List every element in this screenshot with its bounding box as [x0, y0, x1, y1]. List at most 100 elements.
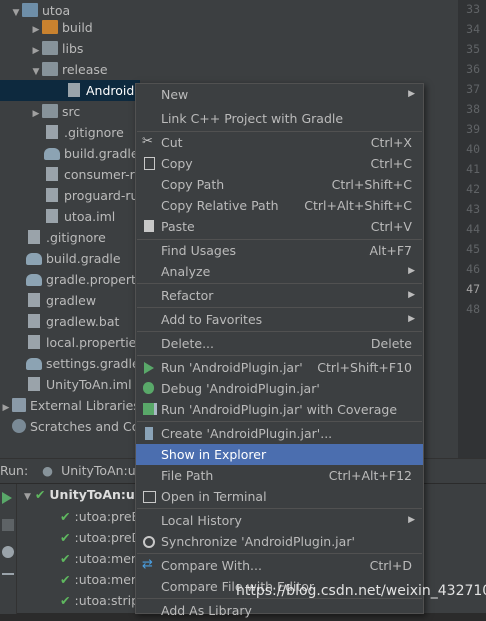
file-icon — [28, 377, 40, 391]
menu-item-debug[interactable]: Debug 'AndroidPlugin.jar' — [136, 378, 423, 399]
folder-icon — [42, 104, 58, 118]
submenu-arrow-icon: ▶ — [408, 89, 415, 99]
menu-item-file-path[interactable]: File Path Ctrl+Alt+F12 — [136, 465, 423, 486]
menu-separator — [137, 421, 422, 422]
menu-item-local-history[interactable]: Local History ▶ — [136, 510, 423, 531]
expand-arrow-icon[interactable]: ▼ — [10, 3, 22, 24]
eye-icon[interactable] — [2, 546, 14, 558]
tree-item-local-properties[interactable]: local.properties — [26, 332, 143, 353]
menu-item-cut[interactable]: ✂ Cut Ctrl+X — [136, 132, 423, 153]
line-number: 37 — [466, 82, 480, 96]
menu-item-analyze[interactable]: Analyze ▶ — [136, 261, 423, 282]
tree-item-gradle-properties[interactable]: gradle.properti — [26, 269, 139, 290]
line-number: 41 — [466, 162, 480, 176]
tree-item-external-libraries[interactable]: ▶ External Libraries — [0, 395, 140, 416]
line-number: 42 — [466, 182, 480, 196]
tree-item-scratches[interactable]: Scratches and Con — [12, 416, 147, 437]
menu-item-show-in-explorer[interactable]: Show in Explorer — [136, 444, 423, 465]
menu-item-create-run-config[interactable]: Create 'AndroidPlugin.jar'... — [136, 423, 423, 444]
tree-item-gitignore[interactable]: .gitignore — [44, 122, 124, 143]
module-folder-icon — [22, 3, 38, 17]
line-number: 45 — [466, 242, 480, 256]
tree-item-src[interactable]: ▶ src — [30, 101, 80, 122]
menu-item-copy-path[interactable]: Copy Path Ctrl+Shift+C — [136, 174, 423, 195]
run-task[interactable]: ✔:utoa:merg — [60, 569, 144, 590]
line-number: 36 — [466, 62, 480, 76]
menu-item-compare-with[interactable]: ⇄ Compare With... Ctrl+D — [136, 555, 423, 576]
run-task[interactable]: ✔:utoa:strip — [60, 590, 139, 611]
stop-icon[interactable] — [2, 519, 14, 531]
tree-item-release[interactable]: ▼ release — [30, 59, 108, 80]
library-icon — [12, 398, 26, 412]
tree-item-build-gradle[interactable]: build.gradle — [44, 143, 139, 164]
menu-separator — [137, 283, 422, 284]
line-number: 35 — [466, 42, 480, 56]
tree-item-root-build-gradle[interactable]: build.gradle — [26, 248, 121, 269]
menu-item-open-in-terminal[interactable]: Open in Terminal — [136, 486, 423, 507]
file-icon — [46, 209, 58, 223]
line-number: 39 — [466, 122, 480, 136]
tree-item-androidplugin-jar[interactable]: AndroidP — [0, 80, 142, 101]
expand-arrow-icon[interactable]: ▶ — [0, 398, 12, 419]
tree-item-consumer-rules[interactable]: consumer-ru — [44, 164, 143, 185]
line-number-current: 47 — [466, 282, 480, 296]
menu-item-new[interactable]: New ▶ — [136, 84, 423, 105]
menu-item-link-cpp-project[interactable]: Link C++ Project with Gradle — [136, 108, 423, 129]
run-tree-root[interactable]: ▼ ✔ UnityToAn:u — [24, 484, 135, 505]
menu-separator — [137, 553, 422, 554]
tree-item-build[interactable]: ▶ build — [30, 17, 93, 38]
folder-icon — [42, 20, 58, 34]
menu-separator — [137, 307, 422, 308]
menu-item-delete[interactable]: Delete... Delete — [136, 333, 423, 354]
run-config-tab[interactable]: UnityToAn:u — [61, 463, 136, 478]
line-number: 38 — [466, 102, 480, 116]
expand-arrow-icon[interactable]: ▼ — [24, 492, 31, 502]
menu-item-add-to-favorites[interactable]: Add to Favorites ▶ — [136, 309, 423, 330]
line-number: 40 — [466, 142, 480, 156]
menu-item-refactor[interactable]: Refactor ▶ — [136, 285, 423, 306]
submenu-arrow-icon: ▶ — [408, 515, 415, 525]
tree-item-utoa-iml[interactable]: utoa.iml — [44, 206, 115, 227]
menu-separator — [137, 508, 422, 509]
menu-item-copy[interactable]: Copy Ctrl+C — [136, 153, 423, 174]
menu-item-synchronize[interactable]: Synchronize 'AndroidPlugin.jar' — [136, 531, 423, 552]
submenu-arrow-icon: ▶ — [408, 314, 415, 324]
terminal-icon — [143, 491, 156, 503]
check-icon: ✔ — [60, 572, 71, 587]
editor-gutter: 33 34 35 36 37 38 39 40 41 42 43 44 45 4… — [458, 0, 486, 458]
run-icon — [144, 362, 154, 374]
tree-item-libs[interactable]: ▶ libs — [30, 38, 83, 59]
line-number: 34 — [466, 22, 480, 36]
tree-item-proguard-rules[interactable]: proguard-ru — [44, 185, 138, 206]
gradle-icon — [44, 148, 60, 160]
menu-item-paste[interactable]: Paste Ctrl+V — [136, 216, 423, 237]
menu-separator — [137, 355, 422, 356]
menu-item-find-usages[interactable]: Find Usages Alt+F7 — [136, 240, 423, 261]
menu-item-run[interactable]: Run 'AndroidPlugin.jar' Ctrl+Shift+F10 — [136, 357, 423, 378]
coverage-icon — [143, 403, 157, 415]
run-task[interactable]: ✔:utoa:preD — [60, 527, 141, 548]
menu-separator — [137, 331, 422, 332]
menu-item-run-with-coverage[interactable]: Run 'AndroidPlugin.jar' with Coverage — [136, 399, 423, 420]
run-task[interactable]: ✔:utoa:preB — [60, 506, 140, 527]
tree-item-gradlew-bat[interactable]: gradlew.bat — [26, 311, 119, 332]
paste-icon — [144, 220, 154, 232]
create-icon — [145, 427, 153, 440]
tree-item-unitytoan-iml[interactable]: UnityToAn.iml — [26, 374, 132, 395]
tree-item-gradlew[interactable]: gradlew — [26, 290, 96, 311]
check-icon: ✔ — [34, 487, 46, 502]
line-number: 46 — [466, 262, 480, 276]
file-icon — [28, 314, 40, 328]
line-number: 44 — [466, 222, 480, 236]
run-task[interactable]: ✔:utoa:merg — [60, 548, 144, 569]
rerun-icon[interactable] — [2, 492, 12, 504]
menu-item-add-as-library[interactable]: Add As Library — [136, 600, 423, 621]
tree-item-root-gitignore[interactable]: .gitignore — [26, 227, 106, 248]
file-icon — [46, 188, 58, 202]
tree-item-settings-gradle[interactable]: settings.gradle — [26, 353, 140, 374]
menu-item-copy-relative-path[interactable]: Copy Relative Path Ctrl+Alt+Shift+C — [136, 195, 423, 216]
gradle-elephant-icon: ● — [42, 463, 54, 478]
expand-arrow-icon[interactable]: ▶ — [30, 104, 42, 125]
context-menu: New ▶ Link C++ Project with Gradle ✂ Cut Ct… — [135, 83, 424, 618]
toolbar-icon[interactable] — [2, 573, 14, 575]
